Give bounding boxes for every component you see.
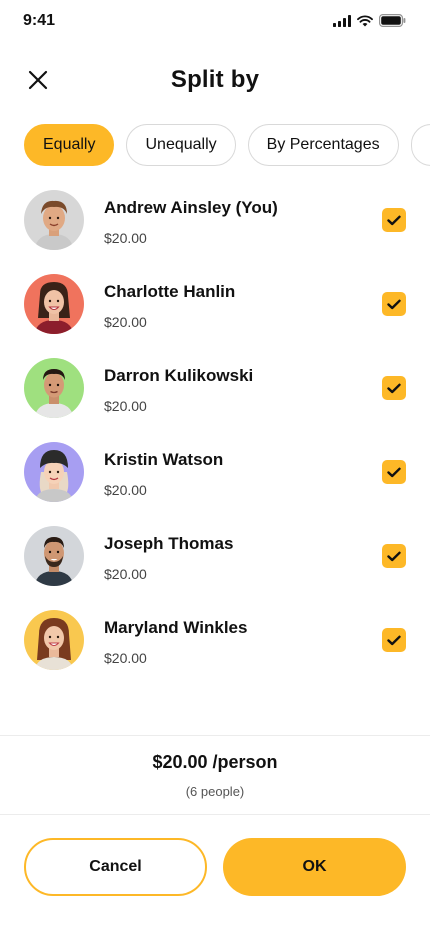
signal-icon [333, 14, 351, 27]
status-bar: 9:41 [0, 0, 430, 44]
person-amount: $20.00 [104, 398, 147, 414]
person-amount: $20.00 [104, 230, 147, 246]
people-count: (6 people) [185, 784, 245, 799]
person-name: Joseph Thomas [104, 534, 234, 553]
list-item[interactable]: Charlotte Hanlin $20.00 [0, 270, 430, 354]
battery-icon [379, 14, 406, 27]
checkmark-icon [387, 299, 401, 309]
person-amount: $20.00 [104, 650, 147, 666]
tab-unequally[interactable]: Unequally [126, 124, 236, 166]
checkmark-icon [387, 215, 401, 225]
checkmark-icon [387, 635, 401, 645]
include-checkbox[interactable] [382, 628, 406, 652]
person-name: Maryland Winkles [104, 618, 248, 637]
wifi-icon [357, 14, 373, 26]
person-avatar-image [24, 358, 84, 418]
list-item[interactable]: Joseph Thomas $20.00 [0, 522, 430, 606]
person-name: Kristin Watson [104, 450, 224, 469]
person-name: Charlotte Hanlin [104, 282, 236, 301]
include-checkbox[interactable] [382, 208, 406, 232]
include-checkbox[interactable] [382, 460, 406, 484]
avatar [24, 190, 84, 250]
include-checkbox[interactable] [382, 292, 406, 316]
list-item[interactable]: Andrew Ainsley (You) $20.00 [0, 186, 430, 270]
person-amount: $20.00 [104, 314, 147, 330]
divider [0, 814, 430, 815]
person-amount: $20.00 [104, 566, 147, 582]
list-item[interactable]: Kristin Watson $20.00 [0, 438, 430, 522]
checkmark-icon [387, 551, 401, 561]
checkmark-icon [387, 467, 401, 477]
split-method-tabs: Equally Unequally By Percentages [24, 124, 430, 166]
include-checkbox[interactable] [382, 544, 406, 568]
person-name: Andrew Ainsley (You) [104, 198, 278, 217]
avatar [24, 358, 84, 418]
person-avatar-image [24, 190, 84, 250]
person-avatar-image [24, 274, 84, 334]
amount-per-person: $20.00 /person [152, 752, 278, 772]
person-avatar-image [24, 610, 84, 670]
people-list: Andrew Ainsley (You) $20.00 Charlotte Ha… [0, 186, 430, 690]
person-avatar-image [24, 442, 84, 502]
person-name: Darron Kulikowski [104, 366, 254, 385]
tab-equally[interactable]: Equally [24, 124, 115, 166]
person-avatar-image [24, 526, 84, 586]
header: Split by [0, 56, 430, 104]
checkmark-icon [387, 383, 401, 393]
avatar [24, 526, 84, 586]
divider [0, 735, 430, 736]
avatar [24, 274, 84, 334]
tab-by-percentages[interactable]: By Percentages [247, 124, 399, 166]
include-checkbox[interactable] [382, 376, 406, 400]
cancel-button[interactable]: Cancel [24, 838, 207, 896]
page-title: Split by [170, 66, 260, 93]
status-time: 9:41 [23, 12, 56, 29]
list-item[interactable]: Darron Kulikowski $20.00 [0, 354, 430, 438]
ok-button[interactable]: OK [223, 838, 406, 896]
avatar [24, 442, 84, 502]
avatar [24, 610, 84, 670]
tab-more[interactable] [410, 124, 430, 166]
list-item[interactable]: Maryland Winkles $20.00 [0, 606, 430, 690]
person-amount: $20.00 [104, 482, 147, 498]
status-icons [333, 14, 406, 27]
